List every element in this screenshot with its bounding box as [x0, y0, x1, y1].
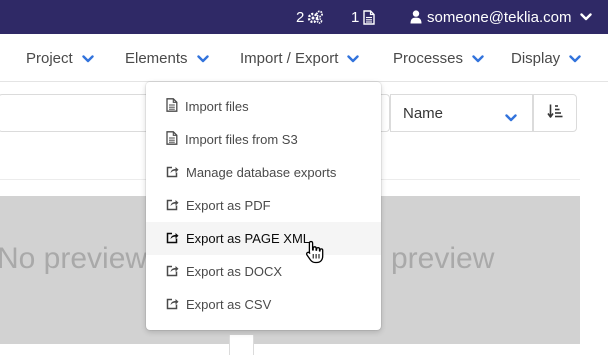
nav-project[interactable]: Project — [26, 34, 94, 82]
page: 2 1 someone@teklia.com Project Elements … — [0, 0, 608, 355]
no-preview-text: No preview — [0, 242, 148, 275]
chevron-down-icon — [580, 13, 597, 21]
share-icon — [166, 231, 186, 247]
menu-item-export-page-xml[interactable]: Export as PAGE XML — [146, 222, 381, 255]
menu-item-label: Export as CSV — [186, 297, 272, 312]
share-icon — [166, 297, 186, 313]
top-bar: 2 1 someone@teklia.com — [0, 0, 608, 34]
menu-item-label: Export as PDF — [186, 198, 271, 213]
menu-item-export-csv[interactable]: Export as CSV — [146, 288, 381, 321]
jobs-count: 2 — [296, 8, 305, 26]
imports-count: 1 — [351, 8, 360, 26]
menu-item-label: Import files from S3 — [185, 132, 298, 147]
menu-item-label: Import files — [185, 99, 249, 114]
jobs-indicator[interactable]: 2 — [296, 0, 324, 34]
user-menu[interactable]: someone@teklia.com — [410, 0, 597, 34]
share-icon — [166, 165, 186, 181]
nav-bar: Project Elements Import / Export Process… — [0, 34, 608, 82]
nav-processes[interactable]: Processes — [393, 34, 484, 82]
nav-display[interactable]: Display — [511, 34, 581, 82]
import-export-dropdown: Import files Import files from S3 Manage… — [146, 82, 381, 330]
no-preview-text: preview — [391, 242, 495, 275]
nav-import-export[interactable]: Import / Export — [240, 34, 360, 82]
sort-select[interactable]: Name — [390, 94, 533, 132]
nav-elements-label: Elements — [125, 49, 188, 67]
chevron-down-icon — [338, 50, 360, 67]
menu-item-export-pdf[interactable]: Export as PDF — [146, 189, 381, 222]
nav-processes-label: Processes — [393, 49, 464, 67]
menu-item-import-files[interactable]: Import files — [146, 90, 381, 123]
gears-icon — [304, 10, 324, 24]
hand-pointer-cursor-icon — [305, 240, 325, 269]
file-icon — [359, 9, 376, 25]
menu-item-label: Manage database exports — [186, 165, 337, 180]
user-icon — [410, 10, 427, 24]
imports-indicator[interactable]: 1 — [351, 0, 376, 34]
sort-order-button[interactable] — [533, 94, 577, 132]
card-divider — [229, 335, 254, 355]
nav-elements[interactable]: Elements — [125, 34, 209, 82]
menu-item-export-docx[interactable]: Export as DOCX — [146, 255, 381, 288]
menu-item-manage-database-exports[interactable]: Manage database exports — [146, 156, 381, 189]
share-icon — [166, 198, 186, 214]
nav-project-label: Project — [26, 49, 73, 67]
sort-amount-down-icon — [547, 103, 563, 124]
chevron-down-icon — [188, 50, 209, 67]
nav-display-label: Display — [511, 49, 561, 67]
chevron-down-icon — [560, 50, 581, 67]
nav-import-export-label: Import / Export — [240, 49, 339, 67]
file-icon — [166, 98, 185, 115]
file-icon — [166, 131, 185, 148]
menu-item-label: Export as PAGE XML — [186, 231, 311, 246]
menu-item-label: Export as DOCX — [186, 264, 283, 279]
chevron-down-icon — [463, 50, 484, 67]
chevron-down-icon — [505, 109, 517, 126]
menu-item-import-files-s3[interactable]: Import files from S3 — [146, 123, 381, 156]
card-footer-strip — [0, 344, 580, 355]
chevron-down-icon — [73, 50, 94, 67]
sort-select-value: Name — [403, 104, 444, 122]
share-icon — [166, 264, 186, 280]
user-email: someone@teklia.com — [427, 8, 572, 26]
